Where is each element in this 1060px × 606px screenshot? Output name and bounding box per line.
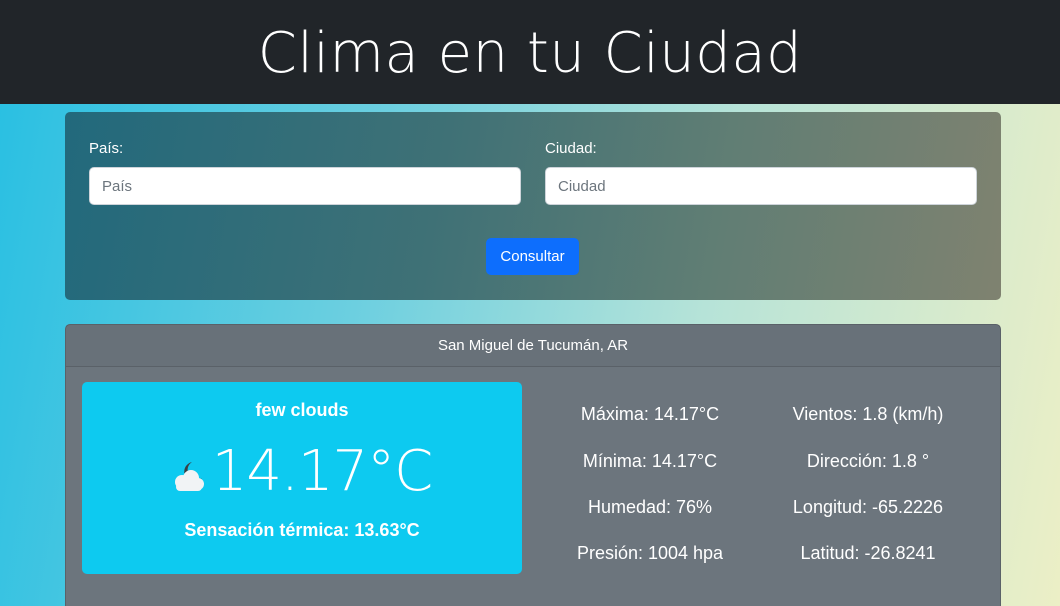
direction-stat: Dirección: 1.8 ° bbox=[806, 451, 930, 471]
max-temp-stat: Máxima: 14.17°C bbox=[580, 404, 720, 424]
location-text: San Miguel de Tucumán, AR bbox=[437, 337, 629, 354]
location-header: San Miguel de Tucumán, AR bbox=[66, 325, 1000, 367]
latitude-stat: Latitud: -26.8241 bbox=[800, 543, 936, 563]
weather-result-card: San Miguel de Tucumán, AR few clouds 14.… bbox=[65, 324, 1001, 606]
min-temp-stat: Mínima: 14.17°C bbox=[582, 451, 718, 471]
few-clouds-icon bbox=[172, 456, 208, 496]
temperature-value: 14.17°C bbox=[211, 439, 433, 504]
country-field-group: País: bbox=[89, 140, 521, 205]
page-title: Clima en tu Ciudad bbox=[257, 21, 803, 86]
weather-description: few clouds bbox=[255, 400, 349, 420]
app-header: Clima en tu Ciudad bbox=[0, 0, 1060, 104]
temperature-row: 14.17°C bbox=[82, 444, 522, 500]
consultar-button[interactable]: Consultar bbox=[486, 238, 579, 275]
city-field-group: Ciudad: bbox=[545, 140, 977, 205]
city-input[interactable] bbox=[545, 167, 977, 205]
humidity-stat: Humedad: 76% bbox=[587, 497, 713, 517]
wind-stat: Vientos: 1.8 (km/h) bbox=[792, 404, 944, 424]
country-input[interactable] bbox=[89, 167, 521, 205]
search-form: País: Ciudad: Consultar bbox=[65, 112, 1001, 300]
country-label: País: bbox=[89, 140, 124, 157]
city-label: Ciudad: bbox=[545, 140, 597, 157]
longitude-stat: Longitud: -65.2226 bbox=[792, 497, 944, 517]
current-weather-box: few clouds 14.17°C Sensación térmica: 13… bbox=[82, 382, 522, 574]
pressure-stat: Presión: 1004 hpa bbox=[576, 543, 724, 563]
feels-like-text: Sensación térmica: 13.63°C bbox=[184, 520, 420, 540]
